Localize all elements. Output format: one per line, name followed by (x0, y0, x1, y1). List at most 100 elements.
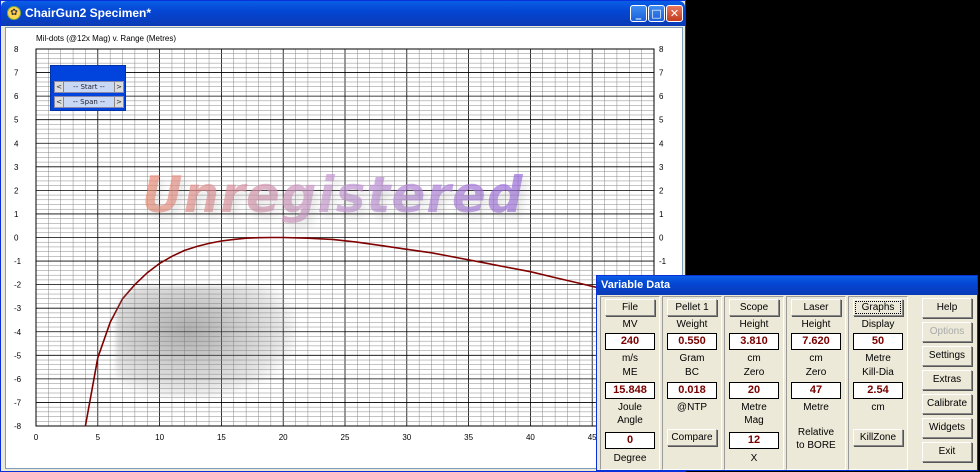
y-tick-label-right: -1 (659, 257, 667, 266)
graphs-column: Graphs Display 50 Metre Kill-Dia 2.54 cm… (848, 296, 908, 470)
help-button[interactable]: Help (922, 298, 972, 318)
maximize-button[interactable]: □ (648, 5, 665, 22)
y-tick-label-right: 5 (659, 116, 664, 125)
x-tick-label: 0 (34, 433, 39, 442)
y-tick-label-right: 7 (659, 69, 664, 78)
scope-height-label: Height (739, 319, 769, 330)
y-tick-label-left: 1 (14, 210, 19, 219)
relative-label: Relative (797, 427, 835, 438)
x-tick-label: 35 (464, 433, 473, 442)
y-tick-label-left: -8 (14, 422, 22, 431)
start-span-widget: < -- Start -- > < -- Span -- > (50, 65, 126, 111)
pellet-button[interactable]: Pellet 1 (667, 299, 717, 316)
y-tick-label-left: -7 (14, 398, 22, 407)
widgets-button[interactable]: Widgets (922, 418, 972, 438)
weight-field[interactable]: 0.550 (667, 333, 717, 350)
file-button[interactable]: File (605, 299, 655, 316)
scope-button[interactable]: Scope (729, 299, 779, 316)
x-tick-label: 20 (279, 433, 288, 442)
minimize-button[interactable]: _ (630, 5, 647, 22)
app-icon[interactable]: ✿ (7, 6, 21, 20)
kill-dia-field[interactable]: 2.54 (853, 382, 903, 399)
y-tick-label-left: -1 (14, 257, 22, 266)
weight-unit: Gram (679, 353, 705, 364)
start-right-arrow-icon[interactable]: > (114, 82, 123, 92)
exit-button[interactable]: Exit (922, 442, 972, 462)
y-tick-label-right: 4 (659, 139, 664, 148)
y-tick-label-left: -5 (14, 351, 22, 360)
y-tick-label-left: 4 (14, 139, 19, 148)
variable-data-window: Variable Data File MV 240 m/s ME 15.848 … (596, 275, 978, 471)
y-tick-label-left: -2 (14, 281, 22, 290)
laser-height-label: Height (801, 319, 831, 330)
mag-field[interactable]: 12 (729, 432, 779, 449)
graphs-button[interactable]: Graphs (853, 299, 903, 316)
display-field[interactable]: 50 (853, 333, 903, 350)
angle-unit: Degree (613, 453, 647, 464)
x-tick-label: 10 (155, 433, 164, 442)
span-label: -- Span -- (72, 98, 106, 106)
y-tick-label-left: 5 (14, 116, 19, 125)
watermark-logo-blob (116, 286, 296, 398)
scope-zero-field[interactable]: 20 (729, 382, 779, 399)
options-button[interactable]: Options (922, 322, 972, 342)
y-tick-label-right: 6 (659, 92, 664, 101)
x-tick-label: 25 (341, 433, 350, 442)
y-tick-label-left: 8 (14, 45, 19, 54)
start-label: -- Start -- (73, 83, 105, 91)
scope-height-unit: cm (747, 353, 761, 364)
y-tick-label-left: 2 (14, 186, 19, 195)
span-right-arrow-icon[interactable]: > (114, 97, 123, 107)
mv-label: MV (622, 319, 638, 330)
laser-height-unit: cm (809, 353, 823, 364)
scope-height-field[interactable]: 3.810 (729, 333, 779, 350)
start-control[interactable]: < -- Start -- > (54, 81, 124, 93)
laser-height-field[interactable]: 7.620 (791, 333, 841, 350)
compare-button[interactable]: Compare (667, 429, 717, 446)
unregistered-watermark: Unregistered (142, 166, 524, 224)
laser-column: Laser Height 7.620 cm Zero 47 Metre Rela… (786, 296, 846, 470)
display-unit: Metre (865, 353, 891, 364)
laser-zero-unit: Metre (803, 402, 829, 413)
mv-unit: m/s (621, 353, 639, 364)
scope-column: Scope Height 3.810 cm Zero 20 Metre Mag … (724, 296, 784, 470)
laser-button[interactable]: Laser (791, 299, 841, 316)
angle-field[interactable]: 0 (605, 432, 655, 449)
span-left-arrow-icon[interactable]: < (55, 97, 64, 107)
x-tick-label: 5 (96, 433, 101, 442)
me-label: ME (622, 367, 638, 378)
y-tick-label-left: 3 (14, 163, 19, 172)
me-field[interactable]: 15.848 (605, 382, 655, 399)
mag-label: Mag (744, 415, 764, 426)
kill-dia-unit: cm (871, 402, 885, 413)
bc-label: BC (685, 367, 699, 378)
weight-label: Weight (676, 319, 708, 330)
laser-zero-field[interactable]: 47 (791, 382, 841, 399)
calibrate-button[interactable]: Calibrate (922, 394, 972, 414)
bc-unit: @NTP (676, 402, 708, 413)
mv-field[interactable]: 240 (605, 333, 655, 350)
angle-label: Angle (617, 415, 643, 426)
y-tick-label-left: -3 (14, 304, 22, 313)
me-unit: Joule (618, 402, 642, 413)
x-tick-label: 30 (402, 433, 411, 442)
start-left-arrow-icon[interactable]: < (55, 82, 64, 92)
x-tick-label: 15 (217, 433, 226, 442)
span-control[interactable]: < -- Span -- > (54, 96, 124, 108)
y-tick-label-left: 6 (14, 92, 19, 101)
y-tick-label-right: 0 (659, 234, 664, 243)
bc-field[interactable]: 0.018 (667, 382, 717, 399)
title-bar[interactable]: ✿ ChairGun2 Specimen* _ □ ✕ (1, 1, 685, 26)
extras-button[interactable]: Extras (922, 370, 972, 390)
killzone-button[interactable]: KillZone (853, 429, 903, 446)
y-tick-label-left: -4 (14, 328, 22, 337)
settings-button[interactable]: Settings (922, 346, 972, 366)
variable-data-title[interactable]: Variable Data (597, 276, 977, 295)
main-window: ✿ ChairGun2 Specimen* _ □ ✕ Mil-dots (@1… (0, 0, 686, 472)
plot-area[interactable]: Mil-dots (@12x Mag) v. Range (Metres) 88… (5, 27, 683, 469)
pellet-column: Pellet 1 Weight 0.550 Gram BC 0.018 @NTP… (662, 296, 722, 470)
close-button[interactable]: ✕ (666, 5, 683, 22)
to-bore-label: to BORE (796, 440, 836, 451)
mag-unit: X (750, 453, 758, 464)
y-tick-label-right: 1 (659, 210, 664, 219)
